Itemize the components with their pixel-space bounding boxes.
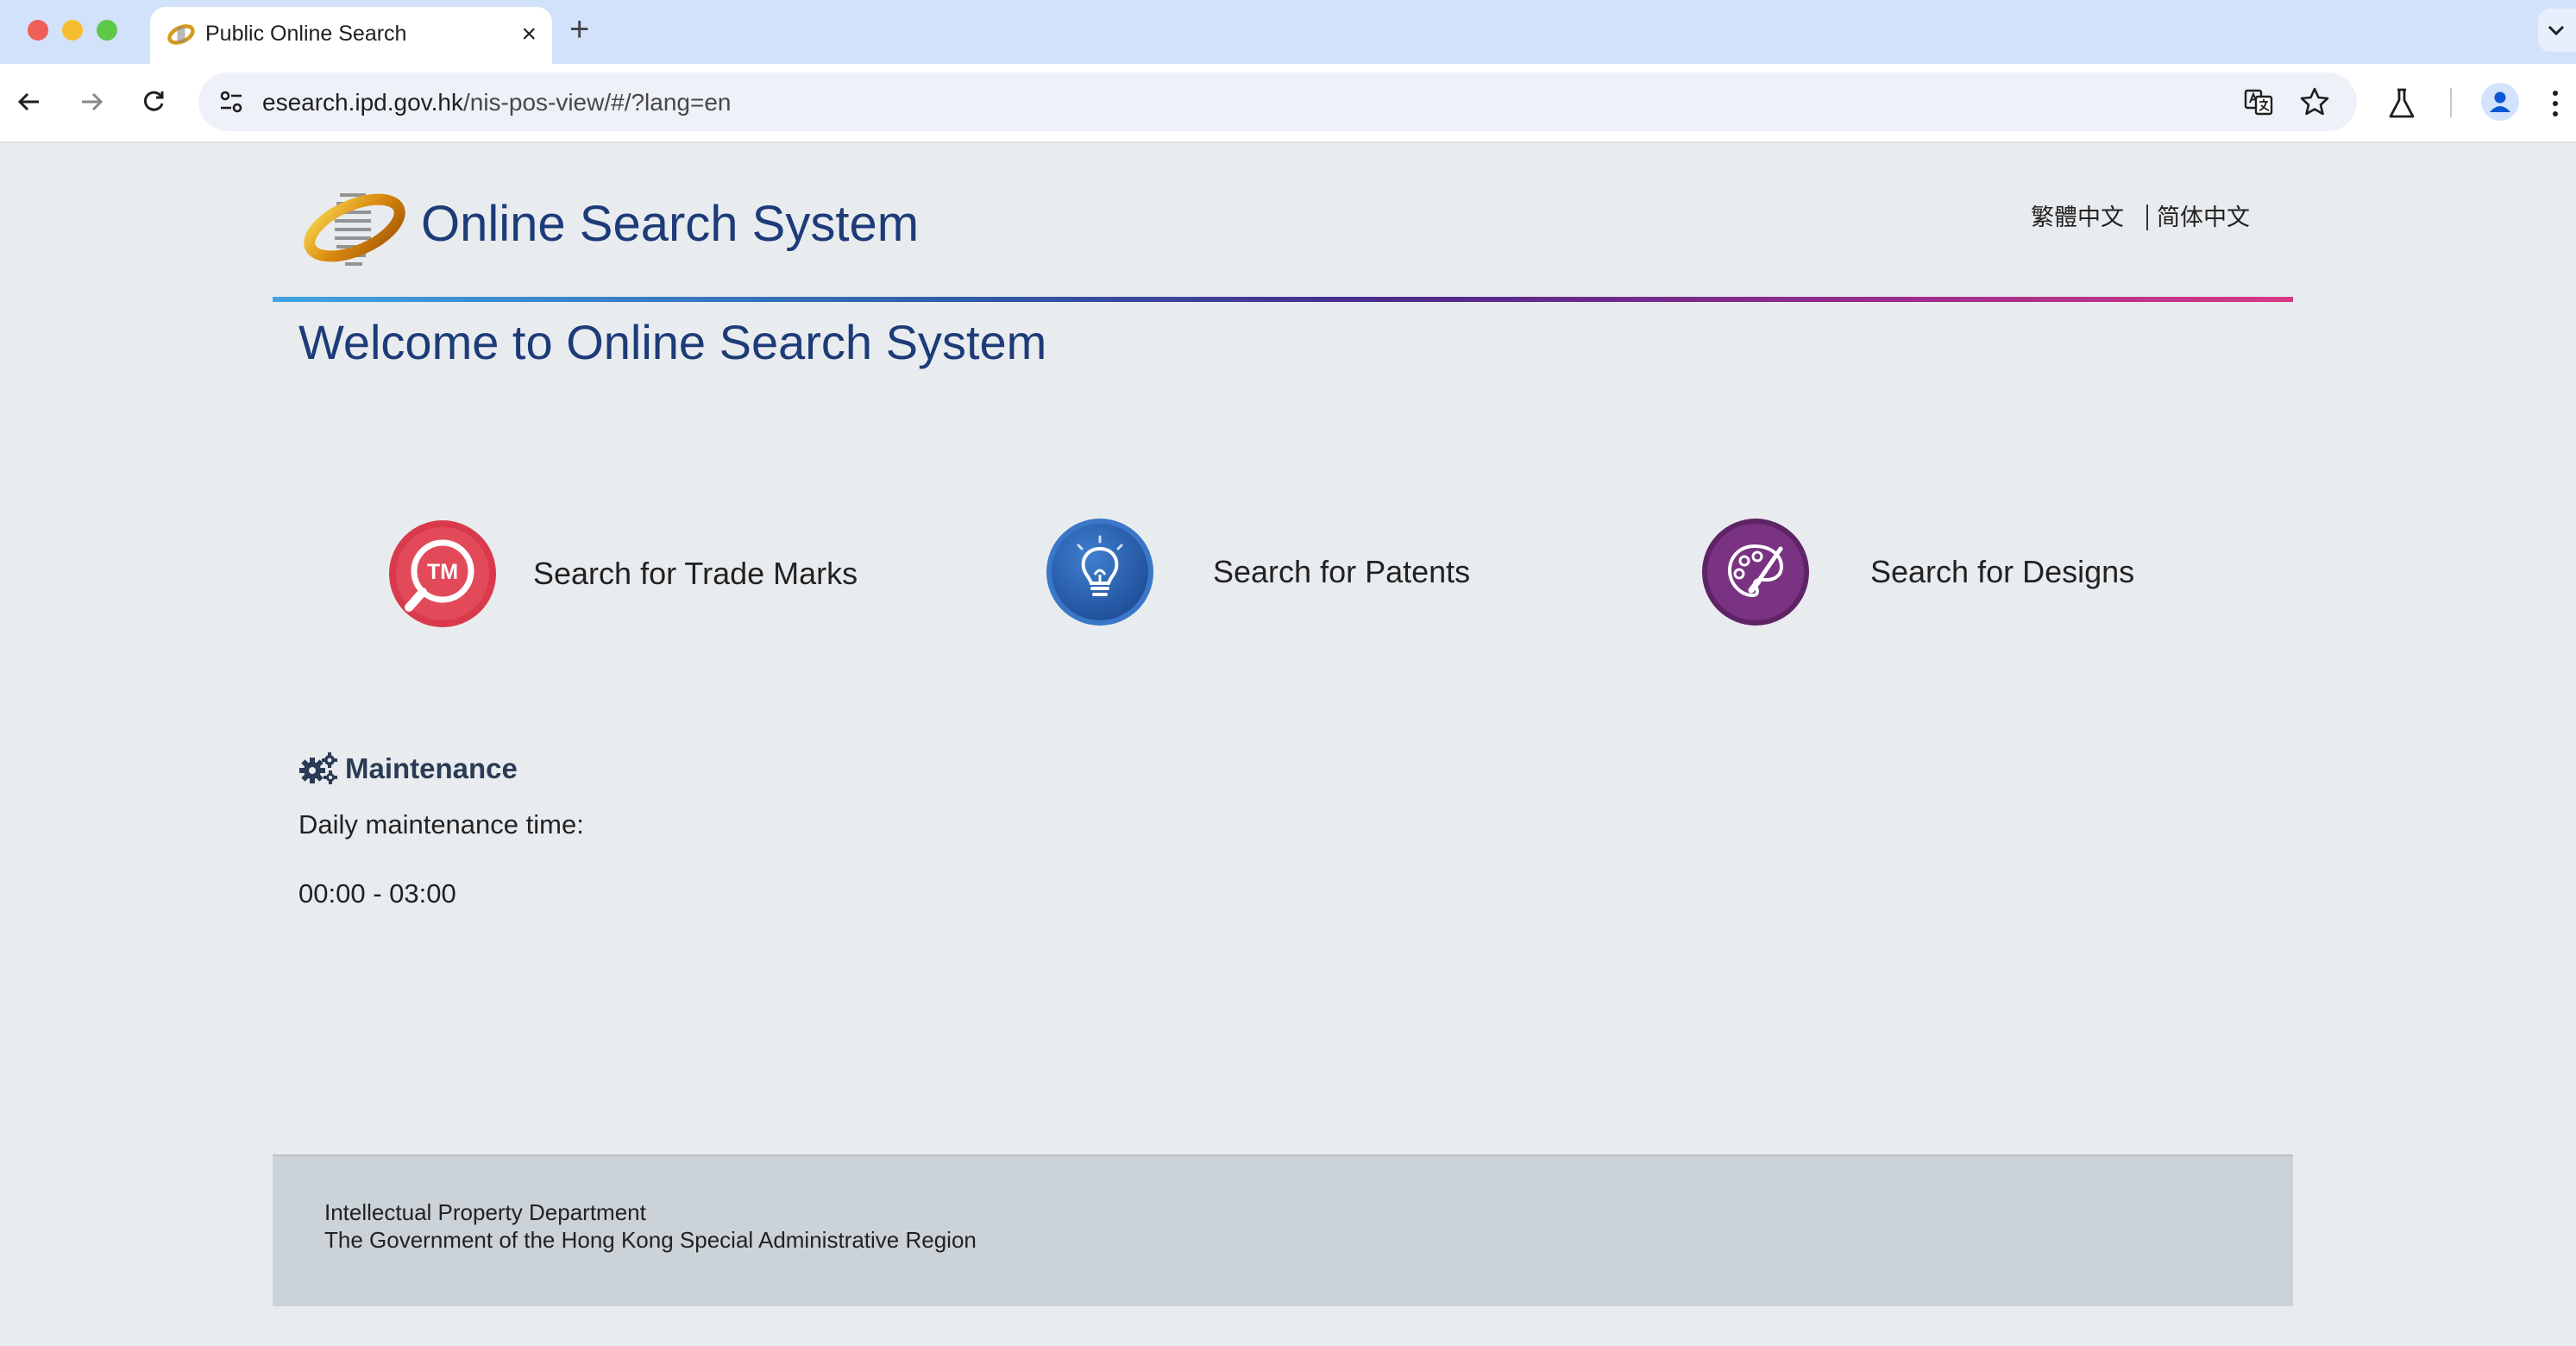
site-info-icon[interactable] [216, 86, 247, 117]
address-bar[interactable]: esearch.ipd.gov.hk/nis-pos-view/#/?lang=… [198, 72, 2357, 131]
lang-traditional-chinese-link[interactable]: 繁體中文 [2031, 198, 2124, 232]
labs-flask-icon[interactable] [2384, 86, 2419, 121]
browser-tab-bar: Public Online Search × + [0, 0, 2576, 64]
url-text: esearch.ipd.gov.hk/nis-pos-view/#/?lang=… [262, 89, 731, 116]
page-content: Online Search System 繁體中文 简体中文 Welcome to… [0, 145, 2576, 1346]
footer-government: The Government of the Hong Kong Special … [324, 1227, 977, 1253]
back-button[interactable] [9, 81, 50, 123]
kebab-menu-icon[interactable] [2547, 86, 2564, 121]
search-patents-label: Search for Patents [1213, 554, 1471, 589]
window-minimize-button[interactable] [62, 20, 83, 41]
arrow-right-icon [82, 92, 104, 111]
tab-close-icon[interactable]: × [521, 17, 537, 52]
search-designs-label: Search for Designs [1870, 554, 2135, 589]
maintenance-description: Daily maintenance time: [298, 809, 584, 840]
reload-button[interactable] [133, 81, 174, 123]
window-close-button[interactable] [28, 20, 48, 41]
lang-simplified-chinese-link[interactable]: 简体中文 [2157, 198, 2250, 232]
translate-icon[interactable] [2243, 86, 2274, 117]
lang-separator [2146, 204, 2148, 230]
url-host: esearch.ipd.gov.hk [262, 89, 463, 116]
browser-tab-active[interactable]: Public Online Search × [150, 7, 552, 64]
gears-icon [299, 752, 337, 784]
bookmark-star-icon[interactable] [2298, 85, 2331, 118]
welcome-heading: Welcome to Online Search System [298, 315, 1047, 369]
search-designs-link[interactable]: Search for Designs [1701, 516, 2134, 628]
footer-department: Intellectual Property Department [324, 1199, 646, 1225]
site-favicon-icon [167, 24, 195, 45]
maintenance-heading: Maintenance [298, 752, 518, 785]
toolbar-separator [2450, 88, 2452, 117]
lightbulb-icon [1046, 519, 1153, 626]
trademark-badge: TM [427, 560, 458, 584]
url-path: /nis-pos-view/#/?lang=en [462, 89, 732, 116]
new-tab-button[interactable]: + [569, 10, 589, 48]
search-trade-marks-link[interactable]: TM Search for Trade Marks [388, 518, 858, 630]
search-trade-marks-label: Search for Trade Marks [533, 556, 858, 591]
chevron-down-icon [2548, 25, 2565, 36]
arrow-left-icon [17, 92, 39, 111]
trademark-search-icon: TM [389, 520, 496, 627]
forward-button[interactable] [71, 81, 112, 123]
profile-avatar[interactable] [2481, 83, 2519, 121]
browser-toolbar: esearch.ipd.gov.hk/nis-pos-view/#/?lang=… [0, 64, 2576, 143]
search-patents-link[interactable]: Search for Patents [1046, 516, 1470, 628]
language-switcher: 繁體中文 简体中文 [2031, 198, 2250, 232]
site-title: Online Search System [421, 196, 920, 252]
maintenance-title: Maintenance [345, 752, 518, 784]
maintenance-time: 00:00 - 03:00 [298, 878, 456, 909]
page-footer: Intellectual Property Department The Gov… [273, 1154, 2293, 1306]
window-maximize-button[interactable] [97, 20, 117, 41]
header-accent-bar [273, 297, 2293, 302]
person-icon [2490, 91, 2510, 112]
tab-title: Public Online Search [205, 22, 407, 46]
palette-icon [1702, 519, 1809, 626]
tab-search-button[interactable] [2538, 9, 2576, 52]
ipd-logo-icon [304, 193, 405, 266]
reload-icon [143, 91, 164, 111]
